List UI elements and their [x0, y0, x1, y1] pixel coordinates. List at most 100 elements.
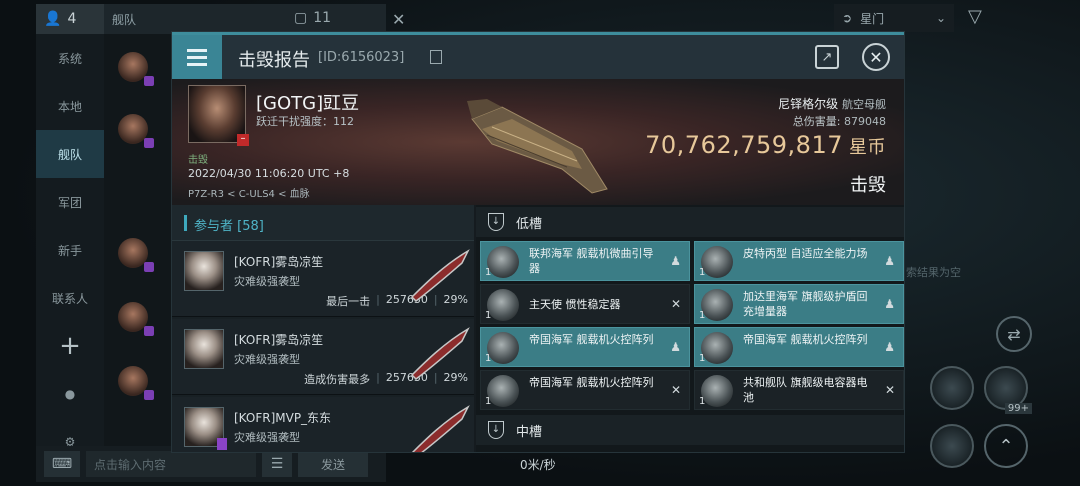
- module-item[interactable]: 1 共和舰队 旗舰级电容器电池 ✕: [694, 370, 904, 410]
- avatar[interactable]: [184, 251, 224, 291]
- kill-tag: 击毁: [188, 155, 208, 166]
- sidebar-item-contacts[interactable]: 联系人: [36, 274, 104, 322]
- module-name: 帝国海军 舰载机火控阵列: [529, 333, 654, 346]
- module-item[interactable]: 1 加达里海军 旗舰级护盾回充增量器 ♟: [694, 284, 904, 324]
- module-qty: 1: [485, 353, 492, 364]
- destroyed-x-icon: ✕: [670, 383, 681, 397]
- participant-row[interactable]: [KOFR]雾岛凉笙 灾难级强袭型 最后一击 | 257630 | 29%: [172, 241, 474, 317]
- add-channel-icon[interactable]: +: [36, 322, 104, 370]
- total-damage: 总伤害量: 879048: [793, 113, 886, 129]
- participant-role: 造成伤害最多: [304, 373, 371, 386]
- share-external-icon[interactable]: ↗: [815, 45, 839, 69]
- module-qty: 1: [699, 310, 706, 321]
- module-icon: [701, 289, 733, 321]
- kill-location: P7Z-R3 < C-ULS4 < 血脉: [188, 189, 310, 200]
- sidebar-item-local[interactable]: 本地: [36, 82, 104, 130]
- module-item[interactable]: 1 帝国海军 舰载机火控阵列 ✕: [480, 370, 690, 410]
- victim-banner: – [GOTG]豇豆 跃迁干扰强度：112 击毁 2022/04/30 11:0…: [172, 79, 904, 205]
- isk-unit: 星币: [849, 137, 886, 158]
- menu-icon[interactable]: ☰: [262, 451, 292, 477]
- participant-row[interactable]: [KOFR]MVP_东东 灾难级强袭型: [172, 397, 474, 452]
- overview-filter-dropdown[interactable]: ➲ 星门 ⌄: [834, 4, 954, 32]
- chat-member-list: [104, 34, 174, 446]
- copy-icon[interactable]: [430, 50, 442, 64]
- person-icon: 👤: [44, 11, 62, 27]
- module-name: 皮特丙型 自适应全能力场: [743, 247, 868, 260]
- swap-icon[interactable]: ⇄: [996, 316, 1032, 352]
- overview-filter-label: 星门: [860, 11, 885, 26]
- fitting-panel: ↓ 低槽 1 联邦海军 舰载机微曲引导器 ♟ 1 皮特丙型 自适应全能力场 ♟ …: [476, 205, 904, 452]
- sidebar-item-fleet[interactable]: 舰队: [36, 130, 104, 178]
- victim-portrait[interactable]: –: [188, 85, 249, 146]
- avatar[interactable]: [118, 366, 154, 400]
- sidebar-item-corp[interactable]: 军团: [36, 178, 104, 226]
- avatar[interactable]: [118, 238, 154, 272]
- ship-badge-icon: [144, 262, 154, 272]
- weapon-icon: [410, 327, 470, 380]
- participant-ship: 灾难级强袭型: [234, 431, 300, 444]
- destroyed-x-icon: ✕: [884, 383, 895, 397]
- close-button[interactable]: ✕: [862, 43, 890, 71]
- menu-button[interactable]: [172, 35, 222, 79]
- mid-slot-header: ↓ 中槽: [476, 415, 904, 445]
- module-quantity: 99+: [1004, 403, 1032, 414]
- participant-role: 最后一击: [326, 295, 371, 308]
- dropped-person-icon: ♟: [884, 340, 895, 354]
- victim-name: [GOTG]豇豆: [256, 93, 360, 114]
- avatar[interactable]: [184, 329, 224, 369]
- avatar[interactable]: [118, 52, 154, 86]
- module-button[interactable]: [930, 366, 974, 410]
- module-qty: 1: [699, 353, 706, 364]
- participant-ship: 灾难级强袭型: [234, 275, 300, 288]
- chat-members[interactable]: 👤 4: [36, 4, 104, 34]
- participant-row[interactable]: [KOFR]雾岛凉笙 灾难级强袭型 造成伤害最多 | 257630 | 29%: [172, 319, 474, 395]
- avatar[interactable]: [184, 407, 227, 450]
- keyboard-icon[interactable]: ⌨: [44, 451, 80, 477]
- chat-channel-title: 舰队: [112, 12, 137, 27]
- chat-window-count[interactable]: ▢ 11: [294, 10, 331, 26]
- gate-icon: ➲: [842, 11, 853, 25]
- profile-icon[interactable]: ●: [36, 370, 104, 418]
- dropped-person-icon: ♟: [670, 340, 681, 354]
- module-name: 加达里海军 旗舰级护盾回充增量器: [743, 290, 868, 318]
- ship-speed: 0米/秒: [520, 458, 556, 472]
- module-icon: [487, 246, 519, 278]
- module-item[interactable]: 1 帝国海军 舰载机火控阵列 ♟: [694, 327, 904, 367]
- module-icon: [701, 375, 733, 407]
- chat-input[interactable]: 点击输入内容: [86, 451, 256, 477]
- module-icon: [487, 375, 519, 407]
- chat-close-icon[interactable]: ✕: [392, 10, 405, 29]
- filter-icon[interactable]: ▽: [968, 6, 982, 27]
- total-damage-label: 总伤害量:: [792, 115, 841, 128]
- warp-up-icon[interactable]: ⌃: [984, 424, 1028, 468]
- ship-badge-icon: [217, 438, 227, 450]
- chat-topbar: 👤 4 舰队 ▢ 11 ✕: [36, 4, 405, 34]
- module-qty: 1: [485, 310, 492, 321]
- ship-class: 尼铎格尔级 航空母舰: [778, 95, 886, 112]
- sidebar-item-system[interactable]: 系统: [36, 34, 104, 82]
- participants-count: 参与者 [58]: [194, 219, 264, 234]
- destroyed-x-icon: ✕: [670, 297, 681, 311]
- avatar[interactable]: [118, 302, 154, 336]
- chat-sidebar: 系统 本地 舰队 军团 新手 联系人 + ● ⚙: [36, 34, 104, 449]
- low-slot-label: 低槽: [516, 217, 543, 232]
- chat-count-value: 11: [313, 10, 332, 26]
- module-item[interactable]: 1 主天使 惯性稳定器 ✕: [480, 284, 690, 324]
- module-item[interactable]: 1 联邦海军 舰载机微曲引导器 ♟: [480, 241, 690, 281]
- mid-slot-label: 中槽: [516, 425, 543, 440]
- module-item[interactable]: 1 帝国海军 舰载机火控阵列 ♟: [480, 327, 690, 367]
- window-icon: ▢: [294, 10, 308, 26]
- kill-report-header: 击毁报告 [ID:6156023] ↗ ✕: [172, 35, 904, 79]
- avatar[interactable]: [118, 114, 154, 148]
- sidebar-item-rookie[interactable]: 新手: [36, 226, 104, 274]
- ship-class-name: 尼铎格尔级: [778, 97, 839, 111]
- module-button[interactable]: 99+: [984, 366, 1032, 414]
- participant-ship: 灾难级强袭型: [234, 353, 300, 366]
- ship-badge-icon: [144, 138, 154, 148]
- module-name: 帝国海军 舰载机火控阵列: [529, 376, 654, 389]
- send-button[interactable]: 发送: [298, 451, 368, 477]
- module-button[interactable]: [930, 424, 974, 468]
- weapon-icon: [411, 405, 470, 452]
- module-item[interactable]: 1 皮特丙型 自适应全能力场 ♟: [694, 241, 904, 281]
- participant-name: [KOFR]雾岛凉笙: [234, 333, 324, 347]
